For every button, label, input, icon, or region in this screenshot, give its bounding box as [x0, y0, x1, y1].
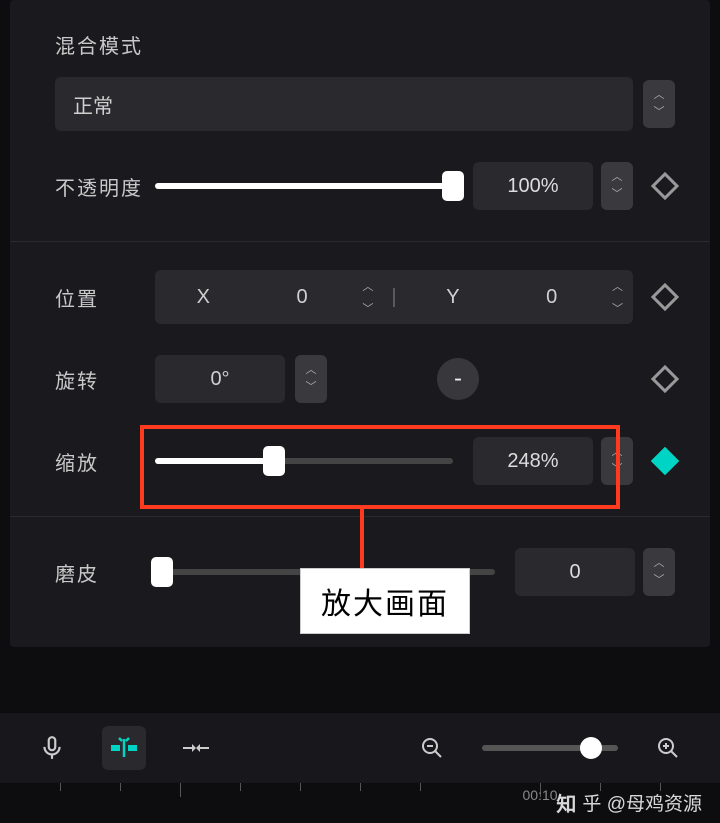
position-row: 位置 X 0 ︿﹀ | Y 0 ︿﹀ — [55, 270, 675, 324]
blend-mode-select[interactable]: 正常 — [55, 77, 633, 131]
position-input-group[interactable]: X 0 ︿﹀ | Y 0 ︿﹀ — [155, 270, 633, 324]
bottom-toolbar — [0, 713, 720, 783]
rotation-label: 旋转 — [55, 365, 155, 394]
mic-icon[interactable] — [30, 726, 74, 770]
chevron-down-icon: ﹀ — [654, 107, 665, 118]
smoothing-slider-thumb[interactable] — [151, 557, 173, 587]
scale-value[interactable]: 248% — [473, 437, 593, 485]
zoom-slider-thumb[interactable] — [580, 737, 602, 759]
scale-row: 缩放 248% ︿ ﹀ — [55, 434, 675, 488]
position-y-label: Y — [405, 286, 502, 309]
chevron-down-icon: ﹀ — [612, 464, 623, 475]
position-x-value[interactable]: 0 — [254, 286, 351, 309]
watermark-text: 乎 @母鸡资源 — [582, 789, 702, 816]
zoom-slider[interactable] — [482, 745, 618, 751]
position-label: 位置 — [55, 283, 155, 312]
scale-stepper[interactable]: ︿ ﹀ — [601, 437, 633, 485]
watermark: 知 乎 @母鸡资源 — [556, 788, 702, 817]
split-tool-icon[interactable] — [102, 726, 146, 770]
timeline-timestamp: 00:10 — [522, 787, 557, 803]
blend-mode-row: 正常 ︿ ﹀ — [55, 77, 675, 131]
smoothing-value[interactable]: 0 — [515, 548, 635, 596]
opacity-slider-thumb[interactable] — [442, 171, 464, 201]
blend-mode-label: 混合模式 — [55, 30, 675, 59]
blend-mode-stepper[interactable]: ︿ ﹀ — [643, 80, 675, 128]
annotation-label: 放大画面 — [300, 568, 470, 634]
chevron-up-icon: ︿ — [654, 558, 665, 569]
scale-label: 缩放 — [55, 447, 155, 476]
chevron-down-icon: ﹀ — [654, 575, 665, 586]
rotation-value[interactable]: 0° — [155, 355, 285, 403]
chevron-up-icon: ︿ — [306, 365, 317, 376]
position-separator: | — [385, 286, 402, 309]
rotation-keyframe-icon[interactable] — [651, 365, 679, 393]
blend-mode-value: 正常 — [73, 90, 113, 119]
position-y-stepper[interactable]: ︿﹀ — [602, 278, 633, 316]
rotation-dial[interactable]: - — [437, 358, 479, 400]
rotation-row: 旋转 0° ︿ ﹀ - — [55, 352, 675, 406]
cut-tool-icon[interactable] — [174, 726, 218, 770]
scale-slider[interactable] — [155, 458, 453, 464]
position-x-stepper[interactable]: ︿﹀ — [352, 278, 383, 316]
chevron-up-icon: ︿ — [654, 90, 665, 101]
scale-keyframe-icon[interactable] — [651, 447, 679, 475]
scale-slider-thumb[interactable] — [263, 446, 285, 476]
chevron-down-icon: ﹀ — [612, 189, 623, 200]
opacity-value[interactable]: 100% — [473, 162, 593, 210]
opacity-stepper[interactable]: ︿ ﹀ — [601, 162, 633, 210]
position-y-value[interactable]: 0 — [503, 286, 600, 309]
chevron-up-icon: ︿ — [612, 447, 623, 458]
chevron-down-icon: ﹀ — [306, 382, 317, 393]
divider — [10, 241, 710, 242]
smoothing-label: 磨皮 — [55, 558, 155, 587]
rotation-stepper[interactable]: ︿ ﹀ — [295, 355, 327, 403]
opacity-keyframe-icon[interactable] — [651, 172, 679, 200]
opacity-slider[interactable] — [155, 183, 453, 189]
zoom-out-icon[interactable] — [410, 726, 454, 770]
zhihu-icon: 知 — [556, 788, 576, 817]
smoothing-stepper[interactable]: ︿ ﹀ — [643, 548, 675, 596]
annotation-line — [360, 509, 364, 569]
position-x-label: X — [155, 286, 252, 309]
position-keyframe-icon[interactable] — [651, 283, 679, 311]
opacity-label: 不透明度 — [55, 172, 155, 201]
opacity-row: 不透明度 100% ︿ ﹀ — [55, 159, 675, 213]
chevron-up-icon: ︿ — [612, 172, 623, 183]
zoom-in-icon[interactable] — [646, 726, 690, 770]
